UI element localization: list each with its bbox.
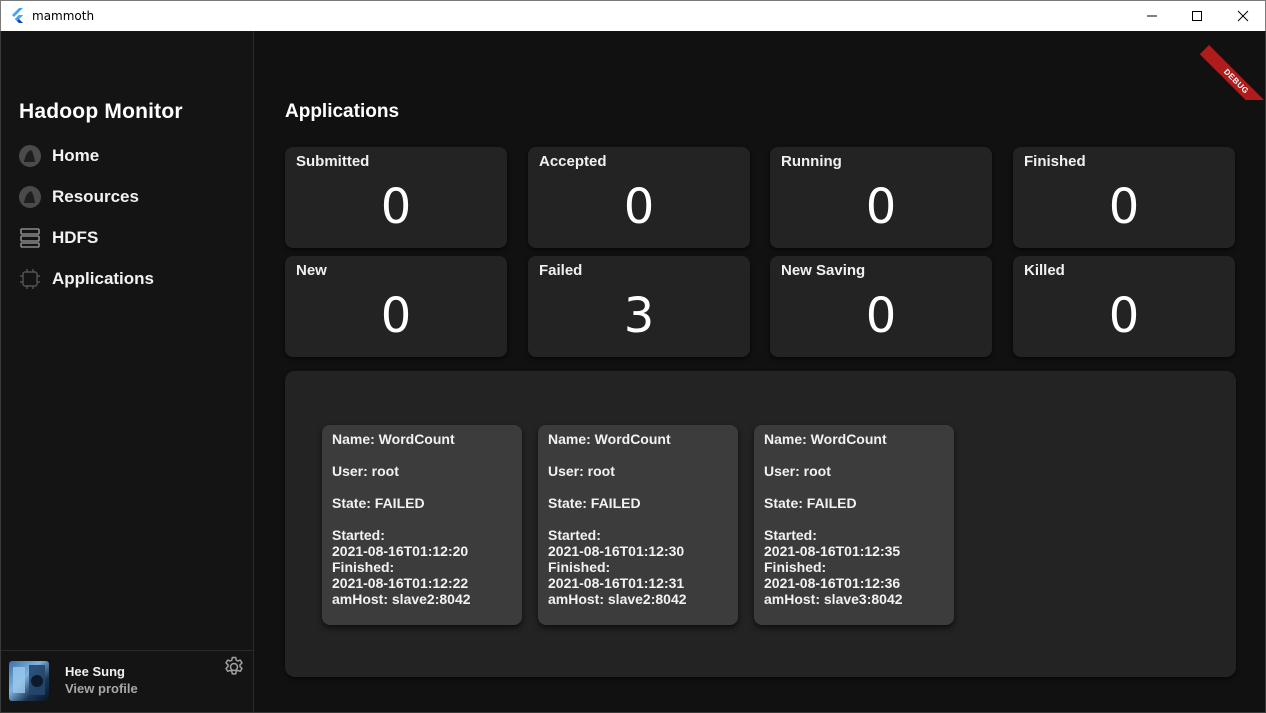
stat-label: New — [296, 262, 327, 279]
stat-card-new-saving: New Saving 0 — [770, 256, 992, 357]
app-finished: 2021-08-16T01:12:22 — [332, 575, 469, 591]
app-state: State: FAILED — [548, 495, 641, 511]
sidebar-item-label: Resources — [52, 187, 139, 206]
application-card[interactable]: Name: WordCount User: root State: FAILED… — [754, 425, 954, 625]
divider — [1, 650, 254, 651]
stat-value: 0 — [380, 288, 412, 344]
stat-label: Accepted — [539, 153, 607, 170]
close-icon — [1237, 10, 1249, 22]
app-started: 2021-08-16T01:12:35 — [764, 543, 901, 559]
applications-icon — [17, 266, 43, 292]
app-amhost: amHost: slave2:8042 — [548, 591, 687, 607]
stat-value: 0 — [1108, 288, 1140, 344]
stat-value: 0 — [1108, 179, 1140, 235]
stat-card-accepted: Accepted 0 — [528, 147, 750, 248]
gear-icon — [225, 656, 243, 675]
stat-label: Failed — [539, 262, 583, 279]
stat-value: 0 — [865, 179, 897, 235]
stat-card-killed: Killed 0 — [1013, 256, 1235, 357]
stat-card-running: Running 0 — [770, 147, 992, 248]
sidebar-item-resources[interactable]: Resources — [17, 180, 237, 214]
home-icon — [17, 143, 43, 169]
sidebar-item-hdfs[interactable]: HDFS — [17, 221, 237, 255]
stat-card-new: New 0 — [285, 256, 507, 357]
page-title: Applications — [285, 101, 400, 122]
app-finished-label: Finished: — [548, 559, 611, 575]
minimize-icon — [1147, 15, 1157, 17]
app-finished-label: Finished: — [332, 559, 395, 575]
applications-panel: Name: WordCount User: root State: FAILED… — [285, 371, 1236, 677]
stat-value: 3 — [623, 288, 655, 344]
stat-label: Finished — [1024, 153, 1086, 170]
stat-card-failed: Failed 3 — [528, 256, 750, 357]
view-profile-link[interactable]: View profile — [65, 681, 138, 696]
stat-value: 0 — [623, 179, 655, 235]
stat-value: 0 — [865, 288, 897, 344]
app-finished: 2021-08-16T01:12:36 — [764, 575, 901, 591]
resources-icon — [17, 184, 43, 210]
avatar[interactable] — [9, 661, 49, 701]
app-finished: 2021-08-16T01:12:31 — [548, 575, 685, 591]
app-started-label: Started: — [548, 527, 601, 543]
app-finished-label: Finished: — [764, 559, 827, 575]
app-started-label: Started: — [764, 527, 817, 543]
app-user: User: root — [764, 463, 831, 479]
stat-card-finished: Finished 0 — [1013, 147, 1235, 248]
sidebar-item-label: HDFS — [52, 228, 99, 247]
stat-label: Killed — [1024, 262, 1065, 279]
debug-banner: DEBUG — [1197, 31, 1266, 100]
debug-ribbon-label: DEBUG — [1199, 45, 1266, 100]
application-card[interactable]: Name: WordCount User: root State: FAILED… — [538, 425, 738, 625]
sidebar-brand: Hadoop Monitor — [19, 100, 183, 123]
sidebar-item-label: Home — [52, 146, 100, 165]
stat-card-submitted: Submitted 0 — [285, 147, 507, 248]
app-started-label: Started: — [332, 527, 385, 543]
app-amhost: amHost: slave3:8042 — [764, 591, 903, 607]
maximize-icon — [1192, 11, 1202, 21]
sidebar: Hadoop Monitor Home Resources HDFS Appli… — [1, 31, 254, 712]
window-titlebar: mammoth — [0, 0, 1266, 31]
minimize-button[interactable] — [1129, 1, 1175, 31]
app-name: Name: WordCount — [764, 431, 887, 447]
app-state: State: FAILED — [332, 495, 425, 511]
app-state: State: FAILED — [764, 495, 857, 511]
stat-label: Submitted — [296, 153, 370, 170]
sidebar-item-home[interactable]: Home — [17, 139, 237, 173]
sidebar-item-applications[interactable]: Applications — [17, 262, 237, 296]
app-name: Name: WordCount — [332, 431, 455, 447]
stat-label: New Saving — [781, 262, 866, 279]
window-title: mammoth — [32, 9, 95, 23]
stat-value: 0 — [380, 179, 412, 235]
stat-label: Running — [781, 153, 842, 170]
flutter-logo-icon — [12, 8, 23, 23]
settings-button[interactable] — [222, 655, 246, 679]
profile-name: Hee Sung — [65, 664, 125, 679]
app-user: User: root — [548, 463, 615, 479]
app-started: 2021-08-16T01:12:20 — [332, 543, 469, 559]
app-name: Name: WordCount — [548, 431, 671, 447]
sidebar-item-label: Applications — [52, 269, 155, 288]
app-amhost: amHost: slave2:8042 — [332, 591, 471, 607]
application-card[interactable]: Name: WordCount User: root State: FAILED… — [322, 425, 522, 625]
maximize-button[interactable] — [1174, 1, 1220, 31]
close-button[interactable] — [1220, 1, 1266, 31]
hdfs-icon — [17, 225, 43, 251]
app-user: User: root — [332, 463, 399, 479]
app-started: 2021-08-16T01:12:30 — [548, 543, 685, 559]
app-window: Hadoop Monitor Home Resources HDFS Appli… — [0, 31, 1266, 713]
